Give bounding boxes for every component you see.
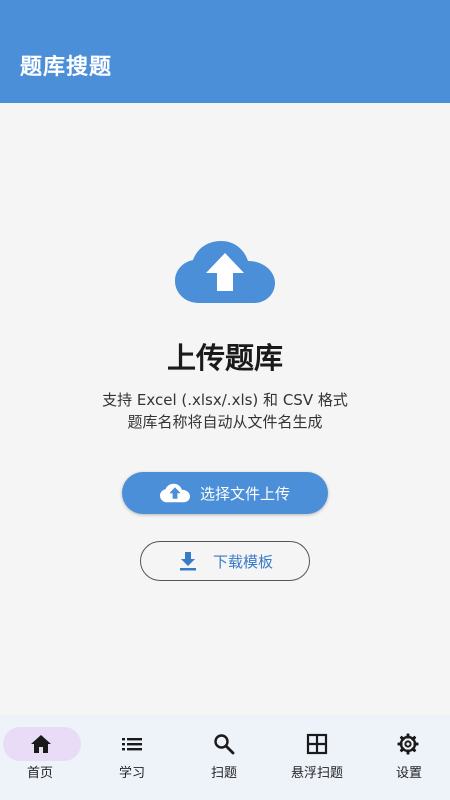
download-icon bbox=[177, 550, 199, 572]
nav-item-scan[interactable]: 扫题 bbox=[179, 715, 269, 800]
gear-icon bbox=[397, 733, 419, 755]
download-template-button[interactable]: 下载模板 bbox=[140, 541, 310, 581]
app-screen: 题库搜题 上传题库 支持 Excel (.xlsx/.xls) 和 CSV 格式… bbox=[0, 0, 450, 800]
download-template-label: 下载模板 bbox=[212, 552, 273, 571]
choose-file-upload-label: 选择文件上传 bbox=[199, 484, 290, 503]
cloud-upload-icon bbox=[175, 241, 275, 303]
nav-item-home[interactable]: 首页 bbox=[0, 715, 90, 800]
choose-file-upload-button[interactable]: 选择文件上传 bbox=[122, 472, 328, 514]
grid-icon bbox=[306, 733, 328, 755]
cloud-upload-icon bbox=[159, 483, 190, 503]
nav-label-floating-scan: 悬浮扫题 bbox=[290, 766, 343, 781]
nav-label-settings: 设置 bbox=[395, 766, 422, 781]
nav-item-settings[interactable]: 设置 bbox=[360, 715, 450, 800]
nav-label-study: 学习 bbox=[118, 766, 145, 781]
search-icon bbox=[214, 734, 235, 755]
nav-label-home: 首页 bbox=[26, 766, 53, 781]
nav-item-floating-scan[interactable]: 悬浮扫题 bbox=[272, 715, 362, 800]
home-icon bbox=[31, 735, 51, 753]
upload-heading: 上传题库 bbox=[166, 341, 283, 375]
app-title: 题库搜题 bbox=[20, 55, 113, 80]
nav-label-scan: 扫题 bbox=[210, 766, 237, 781]
filename-hint-text: 题库名称将自动从文件名生成 bbox=[127, 413, 323, 431]
list-icon bbox=[122, 738, 142, 751]
supported-formats-text: 支持 Excel (.xlsx/.xls) 和 CSV 格式 bbox=[102, 391, 348, 409]
bottom-navigation: 首页 学习 扫题 悬浮扫题 设置 bbox=[0, 715, 450, 800]
app-bar: 题库搜题 bbox=[0, 0, 450, 103]
nav-item-study[interactable]: 学习 bbox=[87, 715, 177, 800]
